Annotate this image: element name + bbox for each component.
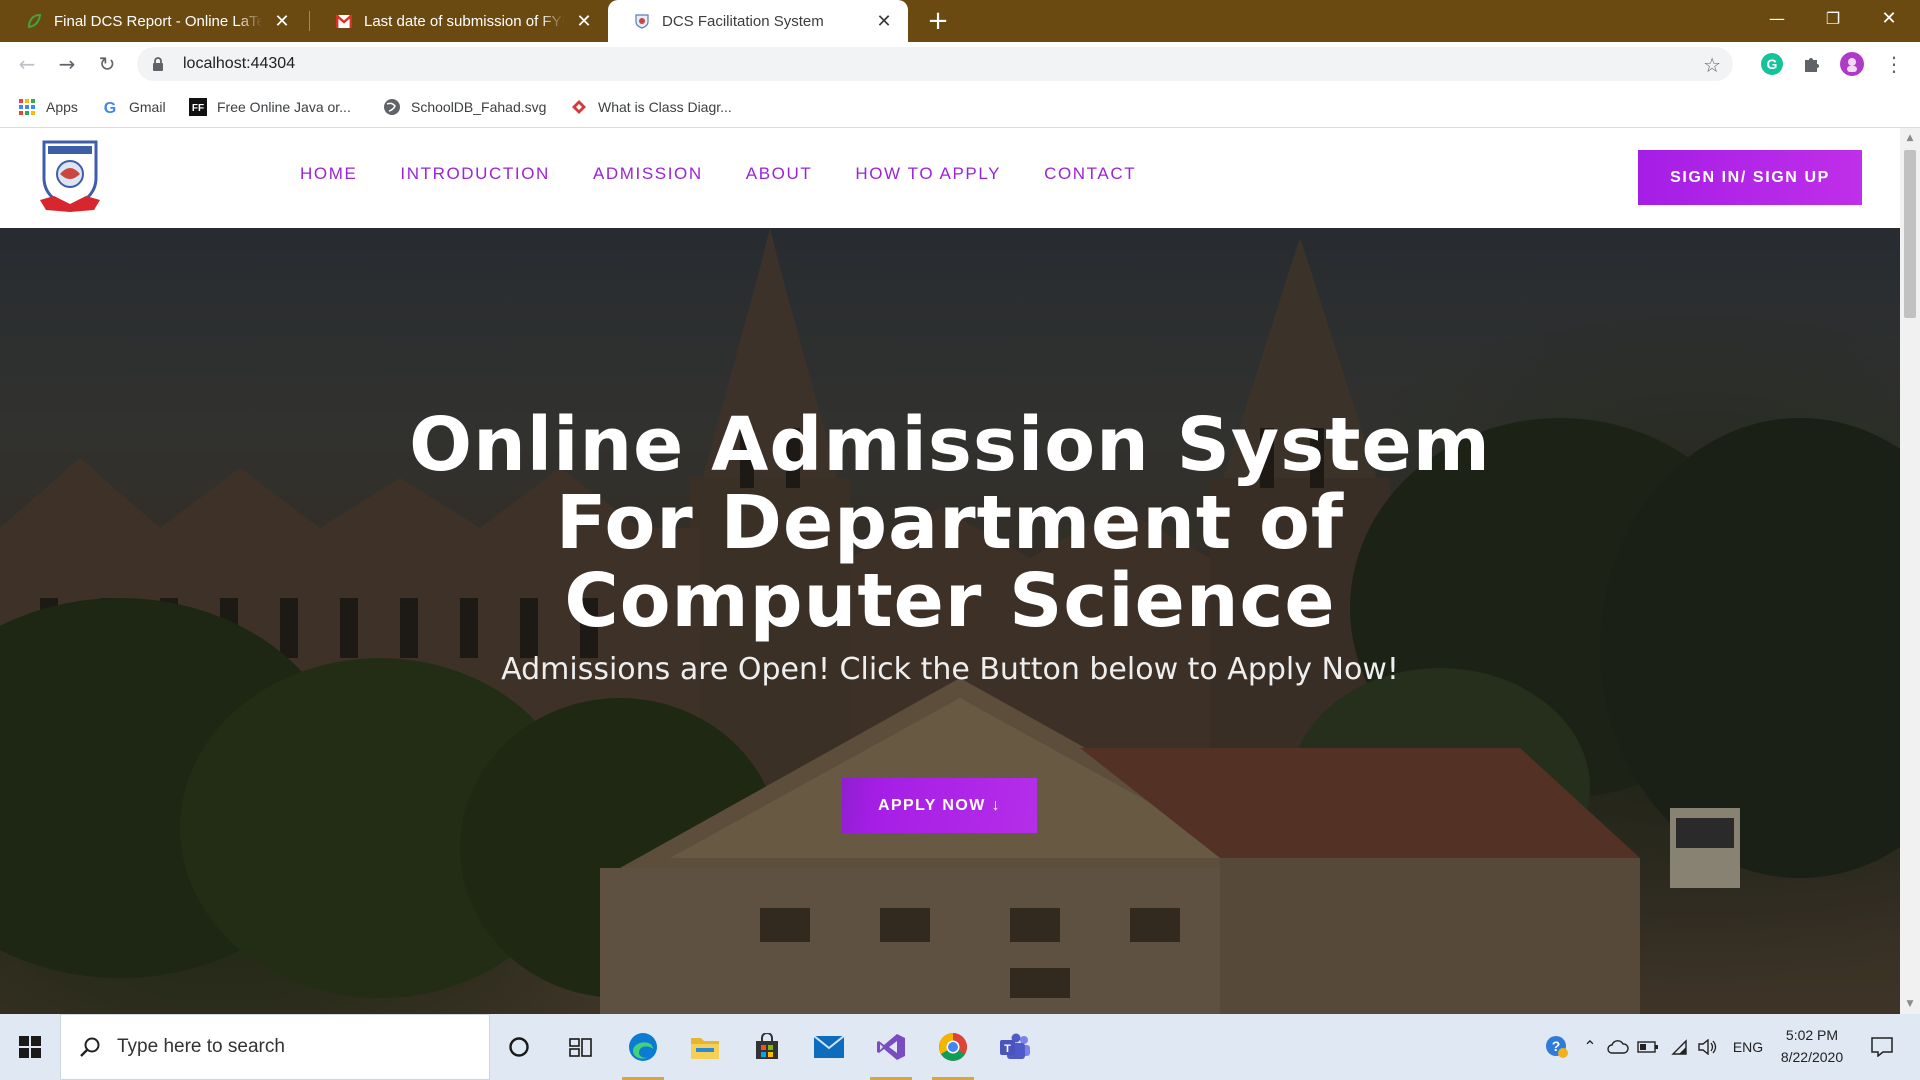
svg-text:G: G — [104, 100, 116, 115]
sign-in-sign-up-button[interactable]: SIGN IN/ SIGN UP — [1638, 150, 1862, 205]
wifi-icon[interactable] — [1664, 1014, 1692, 1080]
volume-icon[interactable] — [1694, 1014, 1722, 1080]
mail-icon[interactable] — [798, 1014, 860, 1080]
bookmark-label: Apps — [46, 99, 78, 115]
nav-about[interactable]: ABOUT — [746, 164, 813, 184]
site-header: HOME INTRODUCTION ADMISSION ABOUT HOW TO… — [0, 128, 1900, 228]
search-placeholder: Type here to search — [117, 1036, 285, 1057]
help-icon[interactable]: ? — [1540, 1014, 1574, 1080]
chrome-menu-icon[interactable]: ⋮ — [1880, 50, 1908, 78]
hero-subtitle: Admissions are Open! Click the Button be… — [501, 652, 1399, 687]
apps-grid-icon — [18, 98, 36, 116]
nav-introduction[interactable]: INTRODUCTION — [400, 164, 550, 184]
ff-icon: FF — [189, 98, 207, 116]
tab-title: DCS Facilitation System — [662, 12, 824, 30]
bookmark-label: SchoolDB_Fahad.svg — [411, 99, 547, 115]
browser-toolbar: ← → ↻ localhost:44304 ☆ G ⋮ — [0, 42, 1920, 86]
scroll-thumb[interactable] — [1904, 150, 1916, 318]
apply-now-button[interactable]: APPLY NOW ↓ — [842, 778, 1037, 833]
extensions-puzzle-icon[interactable] — [1798, 50, 1826, 78]
url-text: localhost:44304 — [183, 55, 296, 72]
clock-time: 5:02 PM — [1785, 1027, 1839, 1043]
svg-text:FF: FF — [192, 103, 204, 114]
tab-title: Last date of submission of FYP for — [364, 12, 564, 30]
overleaf-leaf-icon — [26, 13, 42, 29]
diamond-icon — [570, 98, 588, 116]
task-view-icon[interactable] — [550, 1014, 612, 1080]
window-close-button[interactable]: ✕ — [1866, 0, 1912, 36]
close-icon[interactable]: ✕ — [574, 11, 594, 32]
page-scrollbar[interactable]: ▲ ▼ — [1900, 128, 1920, 1014]
notifications-icon[interactable] — [1862, 1014, 1902, 1080]
store-icon[interactable] — [736, 1014, 798, 1080]
search-icon — [77, 1034, 103, 1060]
windows-taskbar: Type here to search T ? ⌃ ENG 5:02 PM 8/… — [0, 1014, 1920, 1080]
profile-avatar[interactable] — [1838, 50, 1866, 78]
bookmark-star-icon[interactable]: ☆ — [1703, 53, 1721, 77]
bookmark-label: Gmail — [129, 99, 166, 115]
browser-tab[interactable]: Final DCS Report - Online LaTeX Editor ✕ — [0, 0, 306, 42]
cortana-icon[interactable] — [488, 1014, 550, 1080]
nav-contact[interactable]: CONTACT — [1044, 164, 1136, 184]
file-explorer-icon[interactable] — [674, 1014, 736, 1080]
hero-title: Online Admission System For Department o… — [300, 406, 1600, 640]
scroll-up-arrow-icon[interactable]: ▲ — [1900, 130, 1920, 146]
teams-icon[interactable]: T — [984, 1014, 1046, 1080]
site-favicon — [634, 13, 650, 29]
google-g-icon: G — [101, 98, 119, 116]
bookmark-label: Free Online Java or... — [217, 99, 351, 115]
hero-section: Online Admission System For Department o… — [0, 228, 1900, 1014]
browser-tab-strip: Final DCS Report - Online LaTeX Editor ✕… — [0, 0, 1920, 42]
reload-button[interactable]: ↻ — [93, 50, 121, 78]
close-icon[interactable]: ✕ — [272, 11, 292, 32]
scroll-down-arrow-icon[interactable]: ▼ — [1900, 996, 1920, 1012]
address-bar[interactable]: localhost:44304 ☆ — [137, 47, 1733, 81]
tab-title: Final DCS Report - Online LaTeX Editor — [54, 12, 262, 30]
hero-title-line: For Department of — [555, 480, 1345, 566]
browser-tab-active[interactable]: DCS Facilitation System ✕ — [608, 0, 908, 42]
back-button[interactable]: ← — [13, 50, 41, 78]
browser-tab[interactable]: Last date of submission of FYP for ✕ — [310, 0, 608, 42]
taskbar-search-box[interactable]: Type here to search — [60, 1014, 490, 1080]
nav-admission[interactable]: ADMISSION — [593, 164, 703, 184]
globe-icon — [383, 98, 401, 116]
bookmarks-bar: Apps G Gmail FF Free Online Java or... S… — [0, 86, 1920, 128]
lock-icon — [151, 56, 165, 72]
nav-how-to-apply[interactable]: HOW TO APPLY — [855, 164, 1001, 184]
battery-icon[interactable] — [1634, 1014, 1662, 1080]
minimize-button[interactable]: — — [1754, 0, 1800, 36]
forward-button[interactable]: → — [53, 50, 81, 78]
tray-overflow-chevron-icon[interactable]: ⌃ — [1578, 1014, 1602, 1080]
page-viewport: HOME INTRODUCTION ADMISSION ABOUT HOW TO… — [0, 128, 1900, 1014]
gmail-icon — [336, 13, 352, 29]
onedrive-cloud-icon[interactable] — [1604, 1014, 1632, 1080]
chrome-icon[interactable] — [922, 1014, 984, 1080]
edge-icon[interactable] — [612, 1014, 674, 1080]
windows-start-button[interactable] — [0, 1014, 60, 1080]
hero-title-line: Online Admission System — [409, 402, 1491, 488]
grammarly-icon[interactable]: G — [1758, 50, 1786, 78]
bookmark-label: What is Class Diagr... — [598, 99, 732, 115]
close-icon[interactable]: ✕ — [874, 11, 894, 32]
bookmark-item[interactable]: What is Class Diagr... — [570, 96, 732, 118]
bookmark-item[interactable]: SchoolDB_Fahad.svg — [383, 96, 546, 118]
new-tab-button[interactable]: + — [922, 5, 954, 37]
bookmark-item[interactable]: G Gmail — [101, 96, 166, 118]
language-indicator[interactable]: ENG — [1726, 1014, 1770, 1080]
svg-text:T: T — [1004, 1043, 1011, 1055]
bookmark-item[interactable]: Apps — [18, 96, 78, 118]
nav-home[interactable]: HOME — [300, 164, 357, 184]
visual-studio-icon[interactable] — [860, 1014, 922, 1080]
taskbar-clock[interactable]: 5:02 PM 8/22/2020 — [1768, 1024, 1856, 1068]
main-nav: HOME INTRODUCTION ADMISSION ABOUT HOW TO… — [300, 164, 1179, 184]
clock-date: 8/22/2020 — [1780, 1049, 1844, 1065]
svg-text:G: G — [1767, 56, 1778, 72]
university-logo[interactable] — [38, 138, 102, 216]
bookmark-item[interactable]: FF Free Online Java or... — [189, 96, 351, 118]
restore-button[interactable]: ❐ — [1810, 0, 1856, 36]
hero-title-line: Computer Science — [564, 558, 1336, 644]
